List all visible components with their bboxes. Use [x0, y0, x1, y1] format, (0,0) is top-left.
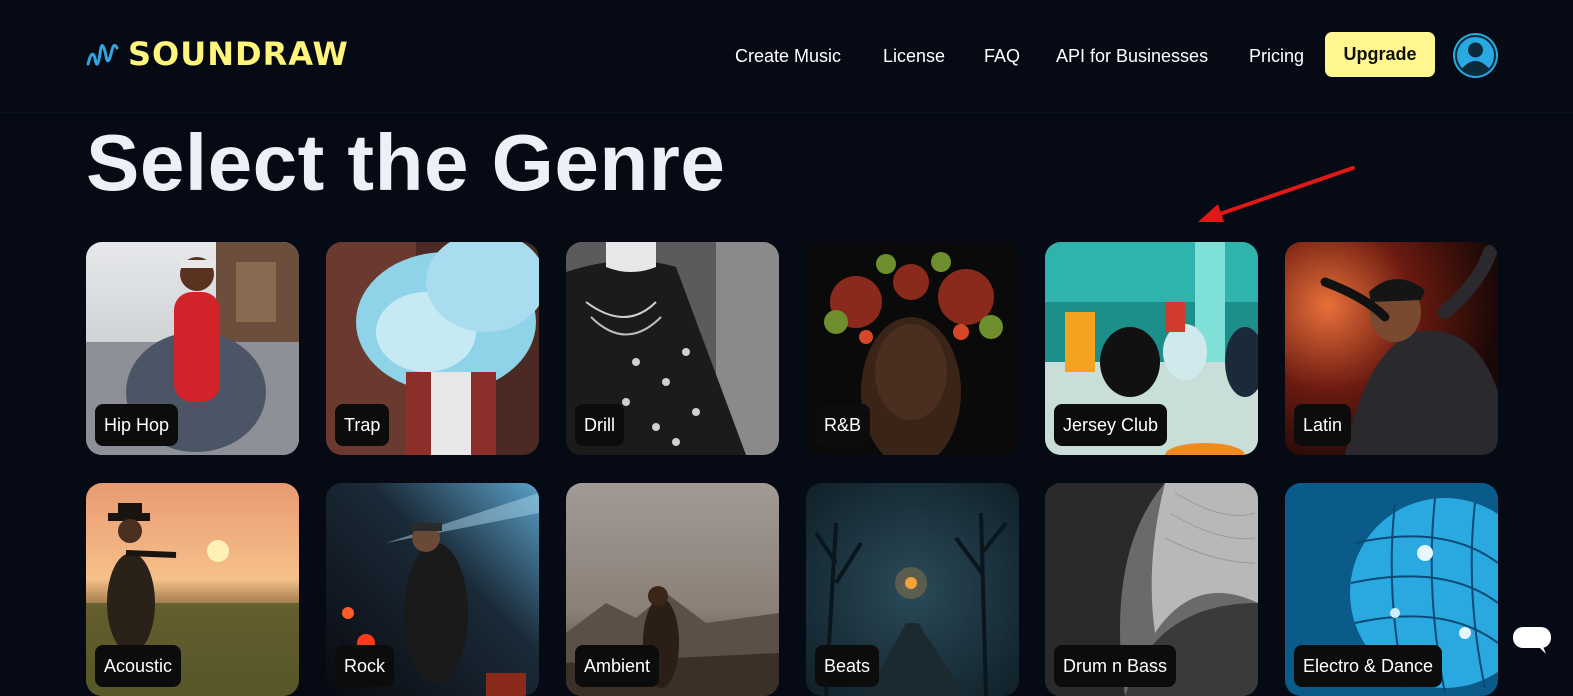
genre-card-hip-hop[interactable]: Hip Hop	[86, 242, 299, 455]
genre-card-rnb[interactable]: R&B	[806, 242, 1019, 455]
genre-label: Rock	[335, 645, 395, 687]
genre-card-drum-n-bass[interactable]: Drum n Bass	[1045, 483, 1258, 696]
genre-label: Drum n Bass	[1054, 645, 1177, 687]
genre-card-ambient[interactable]: Ambient	[566, 483, 779, 696]
nav-api-for-businesses[interactable]: API for Businesses	[1056, 42, 1208, 70]
waveform-icon	[86, 43, 119, 66]
page-title: Select the Genre	[86, 118, 726, 207]
genre-label: Ambient	[575, 645, 660, 687]
upgrade-button[interactable]: Upgrade	[1325, 32, 1435, 77]
genre-card-rock[interactable]: Rock	[326, 483, 539, 696]
genre-label: Acoustic	[95, 645, 182, 687]
genre-card-drill[interactable]: Drill	[566, 242, 779, 455]
genre-card-beats[interactable]: Beats	[806, 483, 1019, 696]
genre-label: Latin	[1294, 404, 1352, 446]
genre-card-jersey-club[interactable]: Jersey Club	[1045, 242, 1258, 455]
genre-card-latin[interactable]: Latin	[1285, 242, 1498, 455]
genre-label: Trap	[335, 404, 390, 446]
nav-pricing[interactable]: Pricing	[1249, 42, 1304, 70]
genre-label: Electro & Dance	[1294, 645, 1443, 687]
top-header: SOUNDRAW Create Music License FAQ API fo…	[0, 0, 1573, 113]
genre-label: Jersey Club	[1054, 404, 1168, 446]
user-avatar-icon[interactable]	[1453, 33, 1498, 78]
nav-faq[interactable]: FAQ	[984, 42, 1020, 70]
genre-label: Hip Hop	[95, 404, 179, 446]
genre-label: Beats	[815, 645, 880, 687]
soundraw-logo[interactable]: SOUNDRAW	[86, 34, 349, 74]
genre-label: R&B	[815, 404, 871, 446]
chat-bubble-icon[interactable]	[1512, 626, 1554, 656]
red-arrow-annotation	[1198, 166, 1355, 222]
nav-create-music[interactable]: Create Music	[735, 42, 841, 70]
genre-card-acoustic[interactable]: Acoustic	[86, 483, 299, 696]
genre-card-electro-dance[interactable]: Electro & Dance	[1285, 483, 1498, 696]
nav-license[interactable]: License	[883, 42, 945, 70]
genre-label: Drill	[575, 404, 624, 446]
brand-name: SOUNDRAW	[128, 35, 349, 73]
genre-card-trap[interactable]: Trap	[326, 242, 539, 455]
